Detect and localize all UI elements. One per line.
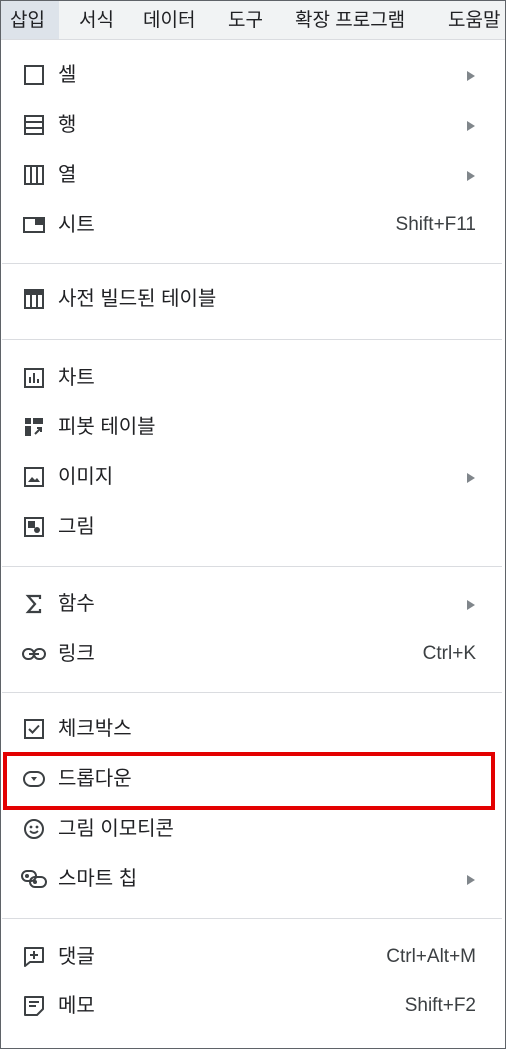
menu-item-checkbox[interactable]: 체크박스 [1,706,505,750]
menu-item-label: 사전 빌드된 테이블 [58,288,217,310]
menu-item-smart-chip[interactable]: 스마트 칩 [1,856,505,900]
cell-icon [21,62,47,88]
submenu-arrow-icon [467,171,475,181]
menu-item-columns[interactable]: 열 [1,152,505,196]
menu-item-label: 함수 [58,593,95,615]
menu-item-comment[interactable]: 댓글 Ctrl+Alt+M [1,934,505,978]
menu-tools[interactable]: 도구 [228,1,263,39]
menu-format[interactable]: 서식 [79,1,114,39]
shortcut-label: Shift+F11 [395,214,476,235]
table-icon [21,286,47,312]
menu-separator [2,566,502,567]
menu-item-cell[interactable]: 셀 [1,52,505,96]
menu-item-label: 그림 이모티콘 [58,818,174,840]
menu-item-image[interactable]: 이미지 [1,454,505,498]
menu-item-chart[interactable]: 차트 [1,355,505,399]
drawing-icon [21,514,47,540]
submenu-arrow-icon [467,600,475,610]
menu-item-label: 시트 [58,214,95,236]
menu-item-prebuilt-table[interactable]: 사전 빌드된 테이블 [1,276,505,320]
note-icon [21,993,47,1019]
shortcut-label: Ctrl+K [422,643,476,664]
menu-item-function[interactable]: 함수 [1,581,505,625]
checkbox-icon [21,716,47,742]
submenu-arrow-icon [467,875,475,885]
columns-icon [21,162,47,188]
shortcut-label: Shift+F2 [404,995,476,1016]
menu-separator [2,918,502,919]
menu-item-label: 댓글 [58,946,95,968]
menu-separator [2,339,502,340]
menu-item-label: 체크박스 [58,718,132,740]
menu-item-label: 이미지 [58,466,114,488]
menu-item-rows[interactable]: 행 [1,102,505,146]
menu-item-link[interactable]: 링크 Ctrl+K [1,631,505,675]
menu-item-label: 스마트 칩 [58,868,138,890]
link-icon [21,641,47,667]
highlight-box [3,752,495,810]
menu-item-emoji[interactable]: 그림 이모티콘 [1,806,505,850]
menu-item-label: 피봇 테이블 [58,416,156,438]
comment-icon [21,944,47,970]
submenu-arrow-icon [467,473,475,483]
menu-separator [2,263,502,264]
menu-help[interactable]: 도움말 [448,1,500,39]
smart-chip-icon [21,866,47,892]
menu-item-label: 메모 [58,995,95,1017]
shortcut-label: Ctrl+Alt+M [386,946,476,967]
menu-insert[interactable]: 삽입 [1,1,59,39]
menu-item-label: 행 [58,114,77,136]
menu-data[interactable]: 데이터 [143,1,195,39]
menu-item-label: 링크 [58,643,95,665]
menu-item-label: 차트 [58,367,95,389]
menu-bar: 삽입 서식 데이터 도구 확장 프로그램 도움말 [1,1,505,40]
menu-item-sheet[interactable]: 시트 Shift+F11 [1,202,505,246]
menu-item-label: 셀 [58,64,77,86]
sheet-icon [21,212,47,238]
menu-separator [2,692,502,693]
sigma-icon [21,591,47,617]
menu-item-label: 열 [58,164,77,186]
submenu-arrow-icon [467,121,475,131]
submenu-arrow-icon [467,71,475,81]
rows-icon [21,112,47,138]
menu-item-drawing[interactable]: 그림 [1,504,505,548]
menu-item-note[interactable]: 메모 Shift+F2 [1,983,505,1027]
chart-icon [21,365,47,391]
menu-item-label: 그림 [58,516,95,538]
emoji-icon [21,816,47,842]
pivot-table-icon [21,414,47,440]
menu-extensions[interactable]: 확장 프로그램 [295,1,405,39]
menu-item-pivot-table[interactable]: 피봇 테이블 [1,404,505,448]
image-icon [21,464,47,490]
insert-menu: 셀 행 열 시트 Shift+F11 사전 빌드된 테이블 차트 피봇 테이블 … [1,40,505,1048]
